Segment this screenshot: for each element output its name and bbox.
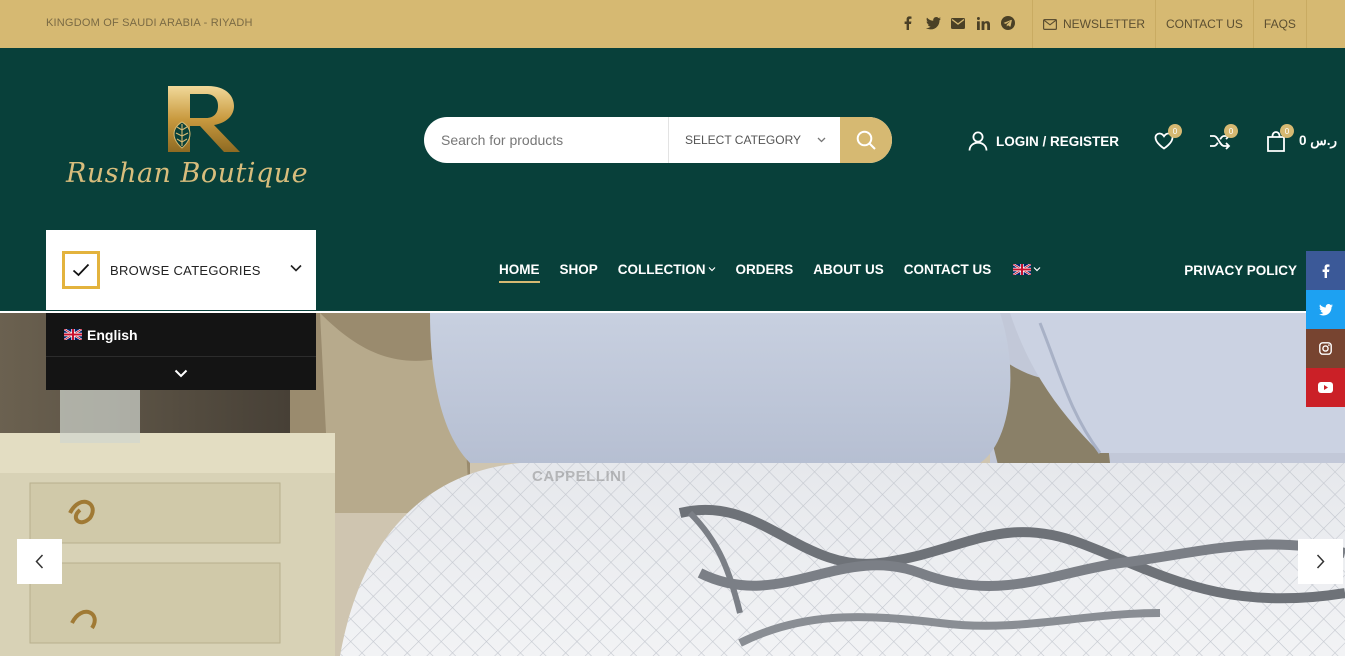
chevron-down-icon [290, 264, 302, 272]
uk-flag-icon [1013, 263, 1032, 275]
floating-facebook-button[interactable] [1306, 251, 1345, 290]
floating-twitter-button[interactable] [1306, 290, 1345, 329]
slider-next-button[interactable] [1298, 539, 1343, 584]
top-social-links [900, 15, 1016, 31]
nav-home[interactable]: HOME [499, 254, 540, 284]
search-bar: SELECT CATEGORY [424, 117, 892, 163]
facebook-icon [1322, 263, 1329, 278]
language-option-english[interactable]: English [46, 313, 316, 357]
wishlist-button[interactable]: 0 [1153, 124, 1183, 152]
category-select[interactable]: SELECT CATEGORY [668, 117, 840, 163]
facebook-icon[interactable] [900, 15, 916, 31]
search-icon [856, 130, 876, 150]
floating-social-bar [1306, 251, 1345, 407]
site-logo[interactable]: Rushan Boutique [60, 82, 340, 212]
youtube-icon [1318, 382, 1333, 393]
chevron-left-icon [35, 554, 44, 569]
chevron-down-icon [1033, 267, 1041, 272]
header-actions: LOGIN / REGISTER 0 0 0 0 ر.س [968, 124, 1337, 154]
logo-monogram-icon [168, 86, 240, 152]
check-icon [62, 251, 100, 289]
twitter-icon[interactable] [925, 15, 941, 31]
linkedin-icon[interactable] [975, 15, 991, 31]
chevron-down-icon [817, 137, 826, 143]
language-option-label: English [87, 326, 138, 343]
chevron-down-icon [708, 267, 715, 272]
search-input[interactable] [424, 117, 668, 163]
nav-contact[interactable]: CONTACT US [904, 254, 992, 284]
nav-about[interactable]: ABOUT US [813, 254, 884, 284]
envelope-icon [1043, 18, 1057, 30]
main-header: Rushan Boutique SELECT CATEGORY LOGIN / … [0, 48, 1345, 311]
newsletter-link[interactable]: NEWSLETTER [1032, 0, 1155, 48]
browse-categories-button[interactable]: BROWSE CATEGORIES [46, 230, 316, 310]
logo-brand-text: Rushan Boutique [66, 158, 309, 189]
wishlist-count-badge: 0 [1168, 124, 1183, 138]
telegram-icon[interactable] [1000, 15, 1016, 31]
user-icon [968, 131, 988, 151]
faqs-link[interactable]: FAQS [1252, 0, 1307, 48]
newsletter-label: NEWSLETTER [1063, 17, 1146, 31]
login-register-label: LOGIN / REGISTER [996, 133, 1120, 149]
nav-collection-label: COLLECTION [617, 261, 706, 277]
browse-categories-label: BROWSE CATEGORIES [110, 262, 261, 278]
twitter-icon [1318, 303, 1333, 315]
cart-button[interactable]: 0 [1265, 124, 1295, 152]
search-button[interactable] [840, 117, 892, 163]
nav-privacy-policy[interactable]: PRIVACY POLICY [1184, 263, 1297, 278]
floating-youtube-button[interactable] [1306, 368, 1345, 407]
uk-flag-icon [64, 329, 82, 340]
hero-watermark-text: CAPPELLINI [532, 468, 627, 485]
chevron-down-icon [174, 369, 188, 378]
mail-icon[interactable] [950, 15, 966, 31]
main-nav: HOME SHOP COLLECTION ORDERS ABOUT US CON… [499, 254, 1061, 284]
nav-orders[interactable]: ORDERS [736, 254, 794, 284]
slider-prev-button[interactable] [17, 539, 62, 584]
top-bar: KINGDOM OF SAUDI ARABIA - RIYADH NEWSLET… [0, 0, 1345, 48]
location-text: KINGDOM OF SAUDI ARABIA - RIYADH [46, 17, 253, 29]
instagram-icon [1319, 342, 1332, 355]
login-register-link[interactable]: LOGIN / REGISTER [968, 131, 1119, 151]
chevron-right-icon [1316, 554, 1325, 569]
nav-shop[interactable]: SHOP [560, 254, 598, 284]
top-links: NEWSLETTER CONTACT US FAQS [1032, 0, 1307, 48]
compare-count-badge: 0 [1224, 124, 1239, 138]
category-select-label: SELECT CATEGORY [685, 133, 802, 147]
cart-total[interactable]: 0 ر.س [1299, 133, 1337, 149]
compare-button[interactable]: 0 [1209, 124, 1239, 152]
language-dropdown-expand[interactable] [46, 357, 316, 390]
cart-count-badge: 0 [1280, 124, 1295, 138]
language-switcher[interactable] [1011, 254, 1041, 284]
language-dropdown: English [46, 313, 316, 390]
nav-collection[interactable]: COLLECTION [618, 254, 716, 284]
floating-instagram-button[interactable] [1306, 329, 1345, 368]
contact-us-top-link[interactable]: CONTACT US [1155, 0, 1253, 48]
